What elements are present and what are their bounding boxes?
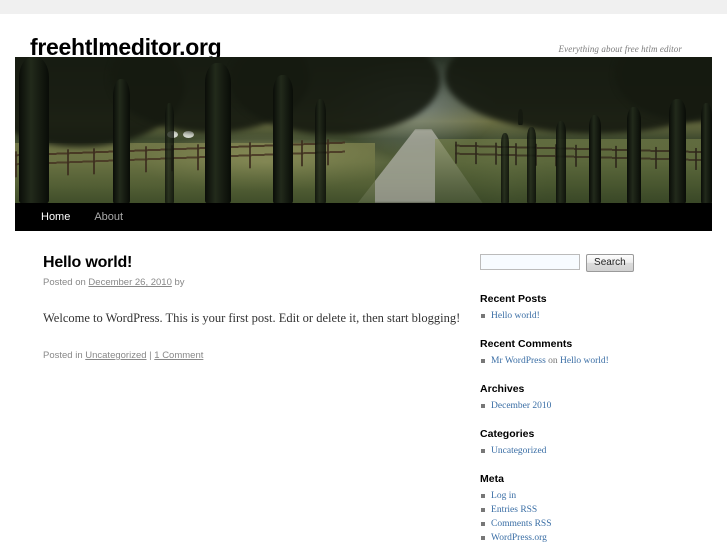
meta-link-comments-rss[interactable]: Comments RSS (491, 519, 551, 529)
list-item[interactable]: Comments RSS (480, 517, 697, 531)
meta-link-wordpress-org[interactable]: WordPress.org (491, 533, 547, 543)
recent-comments-list: Mr WordPress on Hello world! (480, 354, 697, 368)
widget-recent-comments: Recent Comments Mr WordPress on Hello wo… (480, 337, 697, 368)
header-image-tree (701, 103, 712, 203)
widget-title-archives: Archives (480, 383, 525, 395)
meta-link-entries-rss[interactable]: Entries RSS (491, 505, 537, 515)
header-image-tree (627, 107, 641, 203)
nav-list: Home About (15, 203, 712, 231)
header-image-tree (165, 103, 174, 203)
post-utility: Posted in Uncategorized | 1 Comment (43, 349, 475, 363)
category-link[interactable]: Uncategorized (491, 446, 546, 456)
site-header: freehtlmeditor.org Everything about free… (30, 14, 697, 59)
header-image-tree (205, 63, 231, 203)
post-meta-suffix: by (171, 277, 185, 288)
recent-post-link[interactable]: Hello world! (491, 311, 540, 321)
comment-author-link[interactable]: Mr WordPress (491, 356, 546, 366)
nav-link-about[interactable]: About (82, 203, 135, 231)
sidebar: Search Recent Posts Hello world! Recent … (475, 253, 697, 545)
list-item[interactable]: Log in (480, 489, 697, 503)
widget-categories: Categories Uncategorized (480, 427, 697, 458)
widget-recent-posts: Recent Posts Hello world! (480, 292, 697, 323)
meta-link-login[interactable]: Log in (491, 491, 516, 501)
archives-list: December 2010 (480, 399, 697, 413)
post-title: Hello world! (43, 253, 475, 272)
header-image-tree (589, 115, 601, 203)
post-category-link[interactable]: Uncategorized (85, 350, 146, 361)
post-title-text[interactable]: Hello world! (43, 254, 132, 271)
nav-item-about[interactable]: About (82, 203, 135, 231)
page-root: freehtlmeditor.org Everything about free… (0, 14, 727, 545)
post-meta: Posted on December 26, 2010 by (43, 276, 475, 290)
nav-item-home[interactable]: Home (29, 203, 82, 231)
widget-title-recent-posts: Recent Posts (480, 293, 547, 305)
header-image-tree (527, 127, 536, 203)
list-item[interactable]: Mr WordPress on Hello world! (480, 354, 697, 368)
meta-list: Log in Entries RSS Comments RSS WordPres… (480, 489, 697, 545)
post-utility-prefix: Posted in (43, 350, 86, 361)
header-image-tree (669, 99, 686, 203)
search-input[interactable] (480, 254, 581, 270)
widget-title-recent-comments: Recent Comments (480, 338, 573, 350)
header-image-tree (315, 99, 326, 203)
site-description: Everything about free htlm editor (558, 44, 682, 54)
widget-archives: Archives December 2010 (480, 382, 697, 413)
search-button[interactable]: Search (586, 254, 634, 272)
recent-posts-list: Hello world! (480, 309, 697, 323)
list-item[interactable]: Entries RSS (480, 503, 697, 517)
header-image-tree (19, 57, 49, 203)
comment-on-text: on (545, 356, 561, 366)
widget-title-meta: Meta (480, 473, 504, 485)
widget-meta: Meta Log in Entries RSS Comments RSS Wor… (480, 472, 697, 545)
post-content: Welcome to WordPress. This is your first… (43, 309, 475, 327)
post-comments-link[interactable]: 1 Comment (154, 350, 203, 361)
content-column: Hello world! Posted on December 26, 2010… (30, 253, 475, 363)
list-item[interactable]: Hello world! (480, 309, 697, 323)
archive-link[interactable]: December 2010 (491, 401, 551, 411)
header-image-tree (113, 79, 130, 203)
nav-link-home[interactable]: Home (29, 203, 82, 231)
post-date-link[interactable]: December 26, 2010 (88, 277, 171, 288)
categories-list: Uncategorized (480, 444, 697, 458)
main-wrap: Hello world! Posted on December 26, 2010… (15, 231, 712, 545)
header-image-tree (556, 121, 566, 203)
header-image-tree (273, 75, 293, 203)
search-form[interactable]: Search (480, 254, 697, 272)
list-item[interactable]: December 2010 (480, 399, 697, 413)
primary-navigation[interactable]: Home About (15, 203, 712, 231)
comment-post-link[interactable]: Hello world! (560, 356, 609, 366)
post-article: Hello world! Posted on December 26, 2010… (43, 253, 475, 363)
post-meta-prefix: Posted on (43, 277, 89, 288)
header-image-tree (501, 133, 509, 203)
site-header-wrap: freehtlmeditor.org Everything about free… (15, 14, 712, 59)
post-body-paragraph: Welcome to WordPress. This is your first… (43, 311, 461, 325)
browser-viewport: freehtlmeditor.org Everything about free… (0, 0, 727, 545)
header-image (15, 57, 712, 203)
browser-chrome-strip (0, 0, 727, 14)
widget-title-categories: Categories (480, 428, 535, 440)
list-item[interactable]: WordPress.org (480, 531, 697, 545)
list-item[interactable]: Uncategorized (480, 444, 697, 458)
main-region: Hello world! Posted on December 26, 2010… (30, 231, 697, 545)
